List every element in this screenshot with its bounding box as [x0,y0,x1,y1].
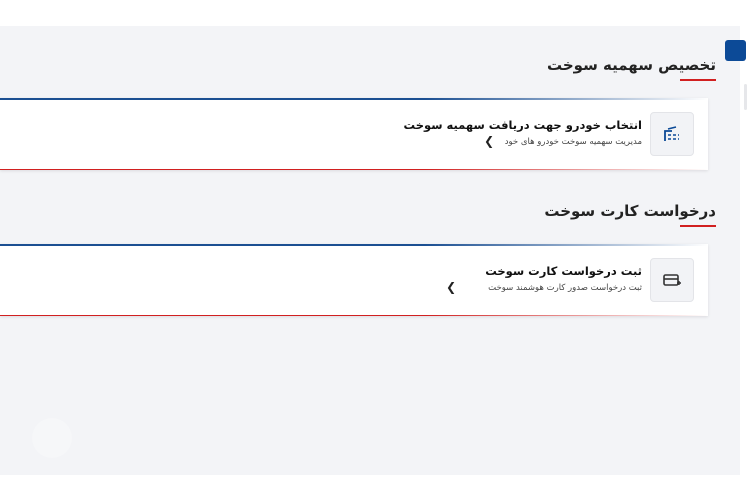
card-title: ثبت درخواست کارت سوخت [485,264,642,278]
section-title-underline [680,79,716,81]
chevron-left-icon[interactable]: ❯ [484,134,494,148]
fuel-pump-icon [650,112,694,156]
card-subtitle: ثبت درخواست صدور کارت هوشمند سوخت [488,283,642,293]
chevron-left-icon[interactable]: ❯ [446,280,456,294]
section-title-fuel-card: درخواست کارت سوخت [544,202,716,220]
card-fuel-card-request[interactable]: ثبت درخواست کارت سوخت ثبت درخواست صدور ک… [0,244,708,316]
menu-toggle-button[interactable] [725,40,746,61]
section-title-fuel-quota: تخصیص سهمیه سوخت [546,56,716,74]
card-subtitle: مدیریت سهمیه سوخت خودرو های خود [504,137,642,147]
add-card-icon [650,258,694,302]
card-bottom-border [0,315,708,316]
section-title-underline [680,225,716,227]
card-top-border [0,98,708,100]
decorative-circle [32,418,72,458]
card-title: انتخاب خودرو جهت دریافت سهمیه سوخت [403,118,642,132]
scrollbar-thumb[interactable] [744,84,747,110]
card-top-border [0,244,708,246]
card-select-vehicle[interactable]: انتخاب خودرو جهت دریافت سهمیه سوخت مدیری… [0,98,708,170]
card-bottom-border [0,169,708,170]
